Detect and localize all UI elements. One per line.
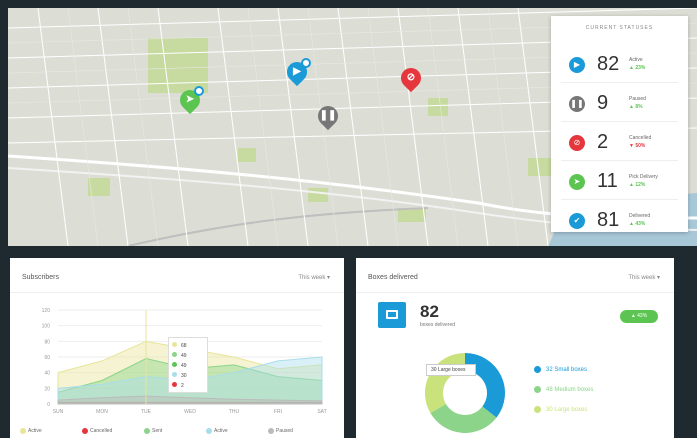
- boxes-donut-chart: [425, 353, 505, 433]
- boxes-count: 82: [420, 302, 439, 321]
- gray-paused-marker[interactable]: ❚❚: [313, 101, 343, 132]
- legend-item[interactable]: Cancelled: [82, 426, 112, 436]
- status-trend: ▲ 8%: [629, 104, 643, 110]
- tooltip-row: 49: [172, 361, 204, 371]
- tooltip-value: 2: [181, 383, 184, 389]
- legend-label: Paused: [276, 428, 293, 434]
- status-trend: ▲ 23%: [629, 65, 646, 71]
- legend-item[interactable]: Active: [206, 426, 228, 436]
- card-title: Subscribers: [22, 274, 59, 281]
- pause-icon: ❚❚: [569, 96, 585, 112]
- trend-badge: ▲ 43%: [620, 310, 658, 323]
- tooltip-row: 49: [172, 351, 204, 361]
- donut-legend-item[interactable]: 48 Medium boxes: [534, 386, 593, 393]
- donut-legend-label: 48 Medium boxes: [546, 387, 594, 394]
- divider: [356, 292, 674, 293]
- y-tick-label: 100: [42, 324, 51, 330]
- status-label: Pick Delivery: [629, 174, 658, 180]
- donut-slice[interactable]: [425, 353, 465, 413]
- boxes-delivered-card: Boxes delivered This week ▾: [356, 258, 674, 438]
- card-title: Boxes delivered: [368, 274, 418, 281]
- pause-icon: ❚❚: [319, 110, 337, 121]
- current-statuses-panel: CURRENT STATUSES ▶ 82 Active ▲ 23% ❚❚ 9 Paused…: [551, 16, 688, 232]
- legend-label: Sent: [152, 428, 163, 434]
- period-dropdown[interactable]: This week ▾: [628, 274, 660, 281]
- legend-item[interactable]: Paused: [268, 426, 293, 436]
- period-dropdown[interactable]: This week ▾: [298, 274, 330, 281]
- x-tick-label: SUN: [53, 409, 64, 415]
- tooltip-row: 2: [172, 381, 204, 391]
- status-row[interactable]: ⊘ 2 Cancelled ▼ 50%: [551, 127, 688, 161]
- badge-icon: [194, 86, 204, 96]
- tooltip-row: 68: [172, 341, 204, 351]
- arrow-icon: ➤: [569, 174, 585, 190]
- check-icon: ✔: [569, 213, 585, 229]
- status-trend: ▲ 43%: [629, 221, 646, 227]
- x-tick-label: WED: [184, 409, 196, 415]
- green-delivery-marker[interactable]: ➤: [175, 85, 205, 116]
- x-tick-label: TUE: [141, 409, 152, 415]
- donut-slice[interactable]: [465, 353, 505, 418]
- tooltip-value: 49: [181, 353, 187, 359]
- donut-legend-label: 32 Small boxes: [546, 367, 588, 374]
- cancel-icon: ⊘: [569, 135, 585, 151]
- chart-tooltip: 68 49 49 30 2: [168, 337, 208, 393]
- legend-label: Active: [214, 428, 228, 434]
- donut-tooltip: 30 Large boxes: [426, 364, 476, 376]
- tooltip-value: 30: [181, 373, 187, 379]
- status-count: 9: [597, 92, 609, 114]
- play-icon: ▶: [569, 57, 585, 73]
- tooltip-row: 30: [172, 371, 204, 381]
- status-count: 11: [597, 170, 618, 192]
- status-label: Delivered: [629, 213, 651, 219]
- status-count: 2: [597, 131, 609, 153]
- cancel-icon: ⊘: [406, 72, 416, 83]
- y-tick-label: 20: [44, 386, 50, 392]
- y-tick-label: 80: [44, 339, 50, 345]
- status-row[interactable]: ✔ 81 Delivered ▲ 43%: [551, 205, 688, 237]
- panel-title: CURRENT STATUSES: [585, 25, 654, 31]
- status-trend: ▲ 12%: [629, 182, 646, 188]
- status-label: Paused: [629, 96, 646, 102]
- x-tick-label: SAT: [317, 409, 326, 415]
- badge-icon: [301, 58, 311, 68]
- status-label: Active: [629, 57, 643, 63]
- red-cancelled-marker[interactable]: ⊘: [396, 63, 426, 94]
- box-icon: [378, 302, 406, 328]
- x-tick-label: FRI: [274, 409, 282, 415]
- blue-active-marker[interactable]: ▶: [282, 57, 312, 88]
- status-trend: ▼ 50%: [629, 143, 646, 149]
- status-label: Cancelled: [629, 135, 652, 141]
- legend-label: Active: [28, 428, 42, 434]
- y-tick-label: 120: [42, 308, 51, 314]
- y-tick-label: 0: [47, 402, 50, 408]
- donut-legend-item[interactable]: 30 Large boxes: [534, 406, 587, 413]
- chart-legend: Active Cancelled Sent Active Paused: [10, 426, 328, 436]
- y-tick-label: 40: [44, 371, 50, 377]
- tooltip-value: 68: [181, 343, 187, 349]
- donut-legend-item[interactable]: 32 Small boxes: [534, 366, 587, 373]
- legend-label: Cancelled: [90, 428, 113, 434]
- status-row[interactable]: ➤ 11 Pick Delivery ▲ 12%: [551, 166, 688, 200]
- status-row[interactable]: ❚❚ 9 Paused ▲ 8%: [551, 88, 688, 122]
- tooltip-value: 49: [181, 363, 187, 369]
- donut-legend-label: 30 Large boxes: [546, 407, 588, 414]
- legend-item[interactable]: Active: [20, 426, 42, 436]
- legend-item[interactable]: Sent: [144, 426, 162, 436]
- status-count: 82: [597, 53, 620, 75]
- x-tick-label: THU: [229, 409, 240, 415]
- boxes-count-label: boxes delivered: [420, 322, 456, 328]
- status-count: 81: [597, 209, 620, 231]
- status-row[interactable]: ▶ 82 Active ▲ 23%: [551, 49, 688, 83]
- x-tick-label: MON: [96, 409, 108, 415]
- y-tick-label: 60: [44, 355, 50, 361]
